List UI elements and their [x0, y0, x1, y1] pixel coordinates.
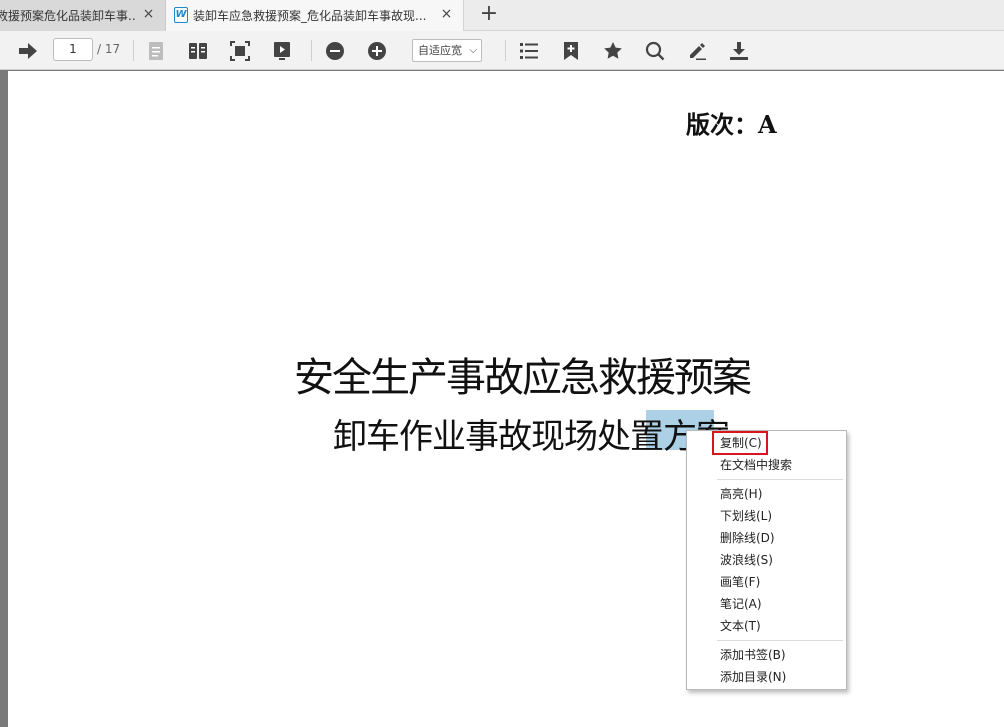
new-tab-button[interactable]: + [478, 3, 500, 27]
add-bookmark-icon[interactable] [559, 39, 583, 63]
menu-item-wavy-line[interactable]: 波浪线(S) [687, 549, 846, 571]
menu-item-text[interactable]: 文本(T) [687, 615, 846, 637]
go-page-icon[interactable] [16, 39, 40, 63]
word-doc-icon: W [174, 7, 188, 23]
document-subtitle: 卸车作业事故现场处置方案 [333, 417, 730, 457]
tab-title: 救援预案危化品装卸车事... [0, 9, 136, 23]
search-icon[interactable] [643, 39, 667, 63]
zoom-out-icon[interactable] [323, 39, 347, 63]
menu-item-search-in-document[interactable]: 在文档中搜索 [687, 454, 846, 476]
toolbar-divider [133, 40, 134, 61]
page-total: / 17 [97, 42, 121, 56]
tab-bar: 救援预案危化品装卸车事... × W 装卸车应急救援预案_危化品装卸车事故现..… [0, 0, 1004, 31]
download-icon[interactable] [727, 39, 751, 63]
close-tab-icon[interactable]: × [440, 7, 453, 21]
annotate-icon[interactable] [685, 39, 709, 63]
close-tab-icon[interactable]: × [142, 7, 155, 21]
toolbar-divider [311, 40, 312, 61]
copy-highlight-box [712, 431, 768, 455]
single-page-icon[interactable] [144, 39, 168, 63]
menu-divider [717, 640, 843, 641]
menu-item-pen[interactable]: 画笔(F) [687, 571, 846, 593]
tab-document-2[interactable]: W 装卸车应急救援预案_危化品装卸车事故现... × [166, 0, 464, 31]
menu-item-add-bookmark[interactable]: 添加书签(B) [687, 644, 846, 666]
toolbar-divider [505, 40, 506, 61]
menu-item-strikethrough[interactable]: 删除线(D) [687, 527, 846, 549]
tab-title: 装卸车应急救援预案_危化品装卸车事故现... [193, 9, 427, 23]
zoom-select[interactable]: 自适应宽 ⌵ [412, 39, 482, 62]
two-page-icon[interactable] [186, 39, 210, 63]
menu-item-add-outline[interactable]: 添加目录(N) [687, 666, 846, 688]
document-title: 安全生产事故应急救援预案 [294, 355, 752, 401]
menu-item-highlight[interactable]: 高亮(H) [687, 483, 846, 505]
presentation-icon[interactable] [270, 39, 294, 63]
pdf-toolbar: 1 / 17 自适应宽 ⌵ [0, 31, 1004, 70]
zoom-in-icon[interactable] [365, 39, 389, 63]
fit-page-icon[interactable] [228, 39, 252, 63]
favorite-icon[interactable] [601, 39, 625, 63]
pdf-page: 版次：A 安全生产事故应急救援预案 卸车作业事故现场处置方案 [8, 71, 1004, 727]
menu-item-note[interactable]: 笔记(A) [687, 593, 846, 615]
chevron-down-icon: ⌵ [469, 45, 477, 56]
menu-divider [717, 479, 843, 480]
tab-document-1[interactable]: 救援预案危化品装卸车事... × [0, 0, 166, 31]
context-menu: 复制(C) 在文档中搜索 高亮(H) 下划线(L) 删除线(D) 波浪线(S) … [686, 430, 847, 690]
outline-icon[interactable] [517, 39, 541, 63]
page-number-input[interactable]: 1 [53, 38, 93, 61]
menu-item-underline[interactable]: 下划线(L) [687, 505, 846, 527]
zoom-value: 自适应宽 [418, 44, 462, 57]
document-version: 版次：A [686, 110, 777, 139]
